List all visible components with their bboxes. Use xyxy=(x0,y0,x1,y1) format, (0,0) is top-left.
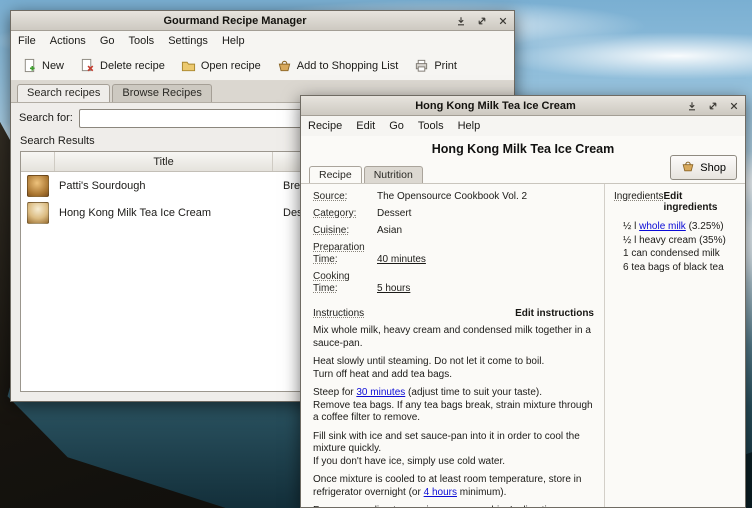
tab-recipe[interactable]: Recipe xyxy=(309,166,362,183)
tab-nutrition[interactable]: Nutrition xyxy=(364,166,423,183)
instructions-section-header: Instructions Edit instructions xyxy=(313,308,594,319)
tab-browse-recipes[interactable]: Browse Recipes xyxy=(112,84,211,102)
minimize-icon[interactable] xyxy=(454,14,467,27)
menu-file[interactable]: File xyxy=(11,32,43,50)
menu-help[interactable]: Help xyxy=(215,32,252,50)
recipe-heading: Hong Kong Milk Tea Ice Cream xyxy=(301,136,745,157)
manager-toolbar: New Delete recipe Open recipe Add to Sho… xyxy=(11,51,514,81)
menu-actions[interactable]: Actions xyxy=(43,32,93,50)
column-thumbnail[interactable] xyxy=(21,152,55,171)
prep-time-label: Preparation Time: xyxy=(313,242,369,266)
delete-recipe-label: Delete recipe xyxy=(100,60,165,72)
tab-search-recipes[interactable]: Search recipes xyxy=(17,84,110,102)
shopping-basket-icon xyxy=(277,58,292,73)
recipe-card-window: Hong Kong Milk Tea Ice Cream Recipe Edit… xyxy=(300,95,746,508)
timer-link-4-hours[interactable]: 4 hours xyxy=(424,487,457,498)
instruction-paragraph: Freeze according to your ice cream machi… xyxy=(313,505,594,507)
search-for-label: Search for: xyxy=(19,112,73,124)
prep-time-value[interactable]: 40 minutes xyxy=(377,254,594,266)
ingredient-link-whole-milk[interactable]: whole milk xyxy=(639,221,686,232)
menu-go[interactable]: Go xyxy=(93,32,122,50)
open-folder-icon xyxy=(181,58,196,73)
timer-link-30-minutes[interactable]: 30 minutes xyxy=(356,387,405,398)
menu-tools[interactable]: Tools xyxy=(411,117,451,135)
print-button[interactable]: Print xyxy=(407,54,464,77)
printer-icon xyxy=(414,58,429,73)
menu-help[interactable]: Help xyxy=(451,117,488,135)
recipe-card-tabs: Recipe Nutrition xyxy=(309,166,423,183)
ingredient-item: 6 tea bags of black tea xyxy=(623,261,737,275)
cuisine-label: Cuisine: xyxy=(313,225,369,237)
ingredient-item: ½ l heavy cream (35%) xyxy=(623,234,737,248)
recipe-titlebar[interactable]: Hong Kong Milk Tea Ice Cream xyxy=(301,96,745,116)
close-icon[interactable] xyxy=(727,99,740,112)
ingredients-section-header: Ingredients Edit ingredients xyxy=(614,191,737,213)
close-icon[interactable] xyxy=(496,14,509,27)
source-label: Source: xyxy=(313,191,369,203)
menu-edit[interactable]: Edit xyxy=(349,117,382,135)
recipe-menubar: Recipe Edit Go Tools Help xyxy=(301,116,745,136)
manager-window-controls xyxy=(454,14,509,27)
new-page-icon xyxy=(22,58,37,73)
recipe-window-title: Hong Kong Milk Tea Ice Cream xyxy=(306,100,685,112)
cuisine-value[interactable]: Asian xyxy=(377,225,594,237)
desktop: { "manager": { "title": "Gourmand Recipe… xyxy=(0,0,752,508)
recipe-details-pane: Source: The Opensource Cookbook Vol. 2 C… xyxy=(301,184,604,507)
cook-time-value[interactable]: 5 hours xyxy=(377,283,594,295)
ingredient-item: ½ l whole milk (3.25%) xyxy=(623,220,737,234)
edit-ingredients-button[interactable]: Edit ingredients xyxy=(663,191,737,213)
menu-tools[interactable]: Tools xyxy=(122,32,162,50)
shop-button[interactable]: Shop xyxy=(670,155,737,180)
instruction-paragraph: Mix whole milk, heavy cream and condense… xyxy=(313,325,594,350)
source-value[interactable]: The Opensource Cookbook Vol. 2 xyxy=(377,191,594,203)
menu-go[interactable]: Go xyxy=(382,117,411,135)
delete-recipe-button[interactable]: Delete recipe xyxy=(73,54,172,77)
recipe-fields: Source: The Opensource Cookbook Vol. 2 C… xyxy=(313,191,594,295)
row-title: Patti's Sourdough xyxy=(55,180,273,192)
edit-instructions-button[interactable]: Edit instructions xyxy=(515,308,594,319)
shop-label: Shop xyxy=(700,162,726,174)
bread-photo xyxy=(27,175,49,197)
minimize-icon[interactable] xyxy=(685,99,698,112)
manager-window-title: Gourmand Recipe Manager xyxy=(16,15,454,27)
add-to-shopping-list-button[interactable]: Add to Shopping List xyxy=(270,54,406,77)
recipe-columns: Source: The Opensource Cookbook Vol. 2 C… xyxy=(301,183,745,507)
recipe-subrow: Recipe Nutrition Shop xyxy=(301,157,745,183)
new-recipe-button[interactable]: New xyxy=(15,54,71,77)
ingredients-label: Ingredients xyxy=(614,191,663,202)
print-label: Print xyxy=(434,60,457,72)
manager-menubar: File Actions Go Tools Settings Help xyxy=(11,31,514,51)
row-title: Hong Kong Milk Tea Ice Cream xyxy=(55,207,273,219)
delete-recipe-icon xyxy=(80,58,95,73)
category-value[interactable]: Dessert xyxy=(377,208,594,220)
shopping-basket-icon xyxy=(681,159,695,176)
add-to-shopping-list-label: Add to Shopping List xyxy=(297,60,399,72)
instruction-paragraph: Heat slowly until steaming. Do not let i… xyxy=(313,356,594,381)
instruction-paragraph: Once mixture is cooled to at least room … xyxy=(313,474,594,499)
column-title[interactable]: Title xyxy=(55,152,273,171)
instruction-paragraph: Fill sink with ice and set sauce-pan int… xyxy=(313,431,594,469)
maximize-icon[interactable] xyxy=(475,14,488,27)
open-recipe-label: Open recipe xyxy=(201,60,261,72)
open-recipe-button[interactable]: Open recipe xyxy=(174,54,268,77)
instructions-label: Instructions xyxy=(313,308,364,319)
ingredients-pane: Ingredients Edit ingredients ½ l whole m… xyxy=(605,184,745,507)
menu-recipe[interactable]: Recipe xyxy=(301,117,349,135)
maximize-icon[interactable] xyxy=(706,99,719,112)
ice-cream-photo xyxy=(27,202,49,224)
new-recipe-label: New xyxy=(42,60,64,72)
recipe-window-controls xyxy=(685,99,740,112)
ingredients-list: ½ l whole milk (3.25%) ½ l heavy cream (… xyxy=(614,220,737,274)
category-label: Category: xyxy=(313,208,369,220)
ingredient-item: 1 can condensed milk xyxy=(623,247,737,261)
instruction-paragraph: Steep for 30 minutes (adjust time to sui… xyxy=(313,387,594,425)
recipe-content: Hong Kong Milk Tea Ice Cream Recipe Nutr… xyxy=(301,136,745,507)
menu-settings[interactable]: Settings xyxy=(161,32,215,50)
manager-titlebar[interactable]: Gourmand Recipe Manager xyxy=(11,11,514,31)
cook-time-label: Cooking Time: xyxy=(313,271,369,295)
